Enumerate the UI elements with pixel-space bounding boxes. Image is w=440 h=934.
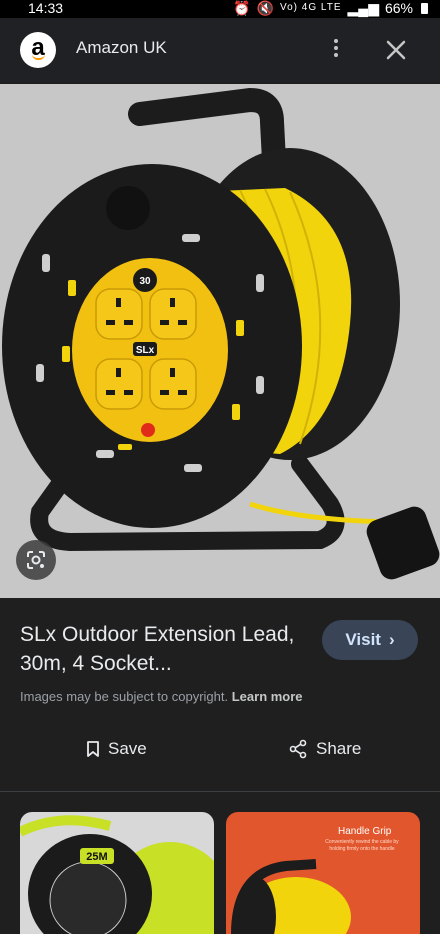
google-lens-button[interactable] [16, 540, 56, 580]
lens-icon [27, 551, 45, 569]
close-icon [386, 40, 406, 60]
related-caption: Handle Grip [338, 826, 392, 837]
more-vert-icon-dot [334, 39, 338, 43]
reel-lock-knob [106, 186, 150, 230]
related-badge: 25M [86, 851, 107, 863]
network-indicator: Vo) 4G LTE [280, 2, 342, 13]
product-image[interactable]: 30 SLx [0, 84, 440, 598]
result-info-panel: SLx Outdoor Extension Lead, 30m, 4 Socke… [0, 598, 440, 788]
length-badge-text: 30 [139, 276, 151, 287]
status-icons: ⏰ 🔇 Vo) 4G LTE ▂▄▆ 66% [233, 0, 428, 16]
mute-icon: 🔇 [256, 0, 274, 16]
copyright-notice: Images may be subject to copyright. Lear… [20, 689, 303, 704]
save-button[interactable]: Save [86, 736, 147, 762]
visit-label: Visit [345, 630, 381, 649]
share-icon [289, 739, 307, 759]
status-bar: 14:33 ⏰ 🔇 Vo) 4G LTE ▂▄▆ 66% [0, 0, 440, 18]
more-vert-icon-dot [334, 53, 338, 57]
more-vert-icon-dot [334, 46, 338, 50]
site-favicon: a [20, 32, 56, 68]
copyright-text: Images may be subject to copyright. [20, 689, 229, 704]
learn-more-link[interactable]: Learn more [232, 689, 303, 704]
chevron-right-icon: › [388, 630, 395, 649]
alarm-icon: ⏰ [233, 0, 251, 16]
visit-button[interactable]: Visit › [322, 620, 418, 660]
related-reel-illustration: 25M [20, 815, 214, 934]
trailing-cable [249, 501, 391, 525]
bookmark-icon [87, 741, 99, 757]
close-button[interactable] [382, 36, 410, 64]
plug [366, 506, 440, 580]
viewer-header: a Amazon UK [0, 18, 440, 82]
battery-level: 66% [384, 0, 413, 16]
share-button[interactable]: Share [288, 736, 361, 762]
share-label: Share [316, 739, 362, 758]
product-title[interactable]: SLx Outdoor Extension Lead, 30m, 4 Socke… [20, 620, 300, 678]
save-label: Save [108, 739, 147, 758]
clock: 14:33 [28, 0, 64, 16]
cable-reel-illustration: 30 SLx [2, 87, 440, 580]
related-subcaption: Conveniently rewind the cable by holding… [325, 839, 399, 852]
related-image[interactable]: 25M [20, 812, 214, 934]
more-options-button[interactable] [326, 36, 346, 64]
brand-badge-text: SLx [136, 345, 155, 356]
signal-icon: ▂▄▆ [347, 0, 379, 16]
reset-button [141, 423, 155, 437]
site-name[interactable]: Amazon UK [76, 38, 167, 58]
divider [0, 791, 440, 792]
battery-icon [421, 2, 428, 14]
related-image[interactable]: Handle Grip Conveniently rewind the cabl… [226, 812, 420, 934]
